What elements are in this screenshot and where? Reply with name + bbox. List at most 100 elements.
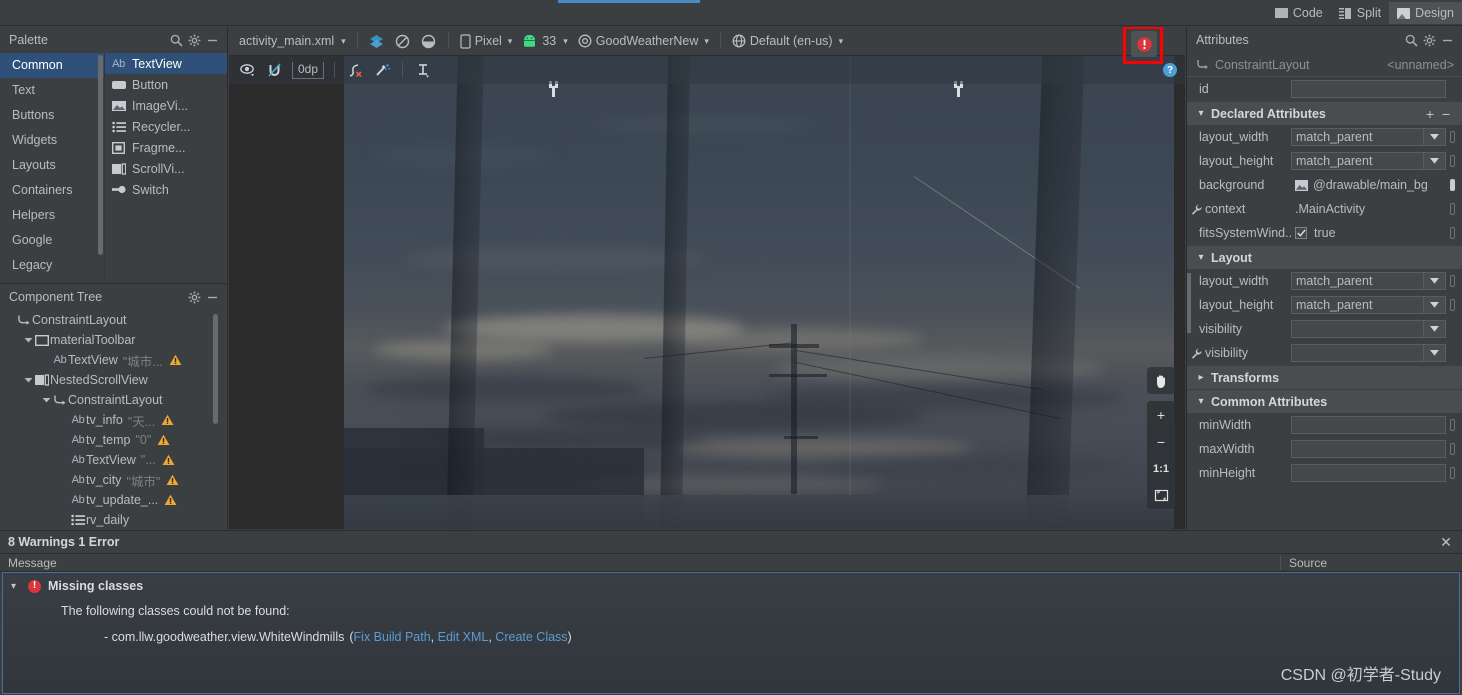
palette-item-imagevi[interactable]: ImageVi...: [105, 95, 227, 116]
attribute-row-minheight[interactable]: minHeight: [1187, 461, 1462, 485]
edit-xml-link[interactable]: Edit XML: [438, 630, 489, 644]
minimize-icon[interactable]: [203, 288, 221, 306]
component-tree-node[interactable]: NestedScrollView: [0, 370, 227, 390]
dropdown-caret-icon[interactable]: [1424, 320, 1446, 338]
chevron-right-icon[interactable]: ▸: [1195, 372, 1207, 383]
component-tree-scrollbar[interactable]: [213, 314, 218, 424]
tab-design[interactable]: Design: [1389, 2, 1462, 24]
zoom-out-button[interactable]: −: [1147, 428, 1175, 455]
component-tree-node[interactable]: ConstraintLayout: [0, 310, 227, 330]
palette-category-helpers[interactable]: Helpers: [0, 203, 104, 228]
attribute-row-layout_width[interactable]: layout_width match_parent: [1187, 269, 1462, 293]
theme-selector[interactable]: GoodWeatherNew ▾: [574, 30, 713, 52]
component-tree-node[interactable]: Ab TextView "城市...: [0, 350, 227, 370]
attribute-pin-icon[interactable]: [1446, 467, 1458, 479]
zoom-button-group[interactable]: + − 1:1: [1147, 401, 1175, 509]
locale-selector[interactable]: Default (en-us) ▾: [728, 30, 847, 52]
align-guidelines-icon[interactable]: [411, 59, 435, 81]
gear-icon[interactable]: [1420, 31, 1438, 49]
attribute-pin-icon[interactable]: [1446, 155, 1458, 167]
device-preview[interactable]: [344, 56, 1174, 529]
editor-mode-switcher[interactable]: Code Split Design: [1267, 0, 1462, 26]
id-input[interactable]: [1291, 80, 1446, 98]
attribute-value[interactable]: @drawable/main_bg: [1291, 176, 1446, 194]
component-tree-node[interactable]: Ab tv_temp "0": [0, 430, 227, 450]
layout-preview-canvas[interactable]: [229, 56, 1185, 529]
attribute-value[interactable]: match_parent: [1291, 128, 1424, 146]
palette-category-widgets[interactable]: Widgets: [0, 128, 104, 153]
attribute-row-fitssystemwind[interactable]: fitsSystemWind... true: [1187, 221, 1462, 245]
palette-item-scrollvi[interactable]: ScrollVi...: [105, 158, 227, 179]
component-tree-node[interactable]: Ab tv_info "天...: [0, 410, 227, 430]
attribute-row-layout_height[interactable]: layout_height match_parent: [1187, 293, 1462, 317]
component-tree-node[interactable]: Ab tv_update_...: [0, 490, 227, 510]
chevron-down-icon[interactable]: ▾: [1195, 252, 1207, 263]
palette-items[interactable]: Ab TextView Button ImageVi... Recycler... Fra…: [104, 53, 227, 281]
close-icon[interactable]: ✕: [1438, 534, 1454, 550]
zoom-in-button[interactable]: +: [1147, 401, 1175, 428]
attribute-value[interactable]: match_parent: [1291, 296, 1424, 314]
attribute-section-transforms[interactable]: ▸ Transforms: [1187, 365, 1462, 389]
palette-category-legacy[interactable]: Legacy: [0, 253, 104, 278]
component-tree-list[interactable]: ConstraintLayout materialToolbar Ab TextVie…: [0, 310, 227, 529]
dropdown-caret-icon[interactable]: [1424, 272, 1446, 290]
attribute-pin-icon[interactable]: [1446, 299, 1458, 311]
chevron-down-icon[interactable]: ▾: [1195, 396, 1207, 407]
fix-build-path-link[interactable]: Fix Build Path: [354, 630, 431, 644]
dropdown-caret-icon[interactable]: [1424, 296, 1446, 314]
default-margin-value[interactable]: 0dp: [292, 61, 325, 79]
device-selector[interactable]: Pixel ▾: [456, 30, 517, 52]
attribute-value[interactable]: [1291, 344, 1424, 362]
infer-constraints-icon[interactable]: [370, 59, 394, 81]
palette-item-textview[interactable]: Ab TextView: [105, 53, 227, 74]
remove-attribute-button[interactable]: −: [1438, 106, 1454, 122]
attribute-row-id[interactable]: id: [1187, 77, 1462, 101]
attribute-pin-icon[interactable]: [1446, 179, 1458, 191]
palette-category-containers[interactable]: Containers: [0, 178, 104, 203]
attribute-value[interactable]: [1291, 464, 1446, 482]
pan-hand-icon[interactable]: [1147, 367, 1175, 394]
dropdown-caret-icon[interactable]: [1424, 152, 1446, 170]
checkbox-icon[interactable]: [1295, 227, 1307, 239]
palette-category-buttons[interactable]: Buttons: [0, 103, 104, 128]
attribute-row-maxwidth[interactable]: maxWidth: [1187, 437, 1462, 461]
chevron-down-icon[interactable]: [22, 337, 34, 343]
zoom-controls[interactable]: + − 1:1: [1147, 367, 1175, 509]
palette-category-common[interactable]: Common: [0, 53, 104, 78]
attributes-list[interactable]: id ▾ Declared Attributes + − layout_width matc…: [1187, 77, 1462, 528]
component-tree-node[interactable]: materialToolbar: [0, 330, 227, 350]
file-selector[interactable]: activity_main.xml ▾: [235, 30, 350, 52]
palette-item-button[interactable]: Button: [105, 74, 227, 95]
palette-item-fragme[interactable]: Fragme...: [105, 137, 227, 158]
api-level-selector[interactable]: 33 ▾: [518, 30, 571, 52]
attribute-value[interactable]: .MainActivity: [1291, 200, 1446, 218]
attribute-row-visibility[interactable]: visibility: [1187, 341, 1462, 365]
autoconnect-magnet-icon[interactable]: [263, 59, 287, 81]
help-icon[interactable]: ?: [1163, 63, 1177, 77]
zoom-to-fit-button[interactable]: [1147, 482, 1175, 509]
attribute-section-declared-attributes[interactable]: ▾ Declared Attributes + −: [1187, 101, 1462, 125]
problem-group-row[interactable]: ▾ ! Missing classes: [11, 579, 1459, 593]
search-icon[interactable]: [167, 31, 185, 49]
minimize-icon[interactable]: [1438, 31, 1456, 49]
palette-categories[interactable]: Common Text Buttons Widgets Layouts Container…: [0, 53, 104, 281]
component-tree-node[interactable]: ConstraintLayout: [0, 390, 227, 410]
layers-icon[interactable]: [365, 30, 389, 52]
component-tree-node[interactable]: rv_daily: [0, 510, 227, 529]
palette-category-scrollbar[interactable]: [98, 55, 103, 255]
attribute-pin-icon[interactable]: [1446, 203, 1458, 215]
attribute-pin-icon[interactable]: [1446, 227, 1458, 239]
chevron-down-icon[interactable]: [22, 377, 34, 383]
component-tree-node[interactable]: Ab tv_city "城市": [0, 470, 227, 490]
attribute-section-common-attributes[interactable]: ▾ Common Attributes: [1187, 389, 1462, 413]
zoom-actual-size-button[interactable]: 1:1: [1147, 455, 1175, 482]
attribute-row-layout_width[interactable]: layout_width match_parent: [1187, 125, 1462, 149]
create-class-link[interactable]: Create Class: [495, 630, 567, 644]
view-options-icon[interactable]: [236, 59, 260, 81]
chevron-down-icon[interactable]: ▾: [1195, 108, 1207, 119]
gear-icon[interactable]: [185, 31, 203, 49]
render-error-badge[interactable]: [1131, 31, 1157, 57]
attribute-value[interactable]: match_parent: [1291, 272, 1424, 290]
chevron-down-icon[interactable]: ▾: [11, 581, 21, 592]
problems-content[interactable]: ▾ ! Missing classes The following classe…: [2, 572, 1460, 694]
